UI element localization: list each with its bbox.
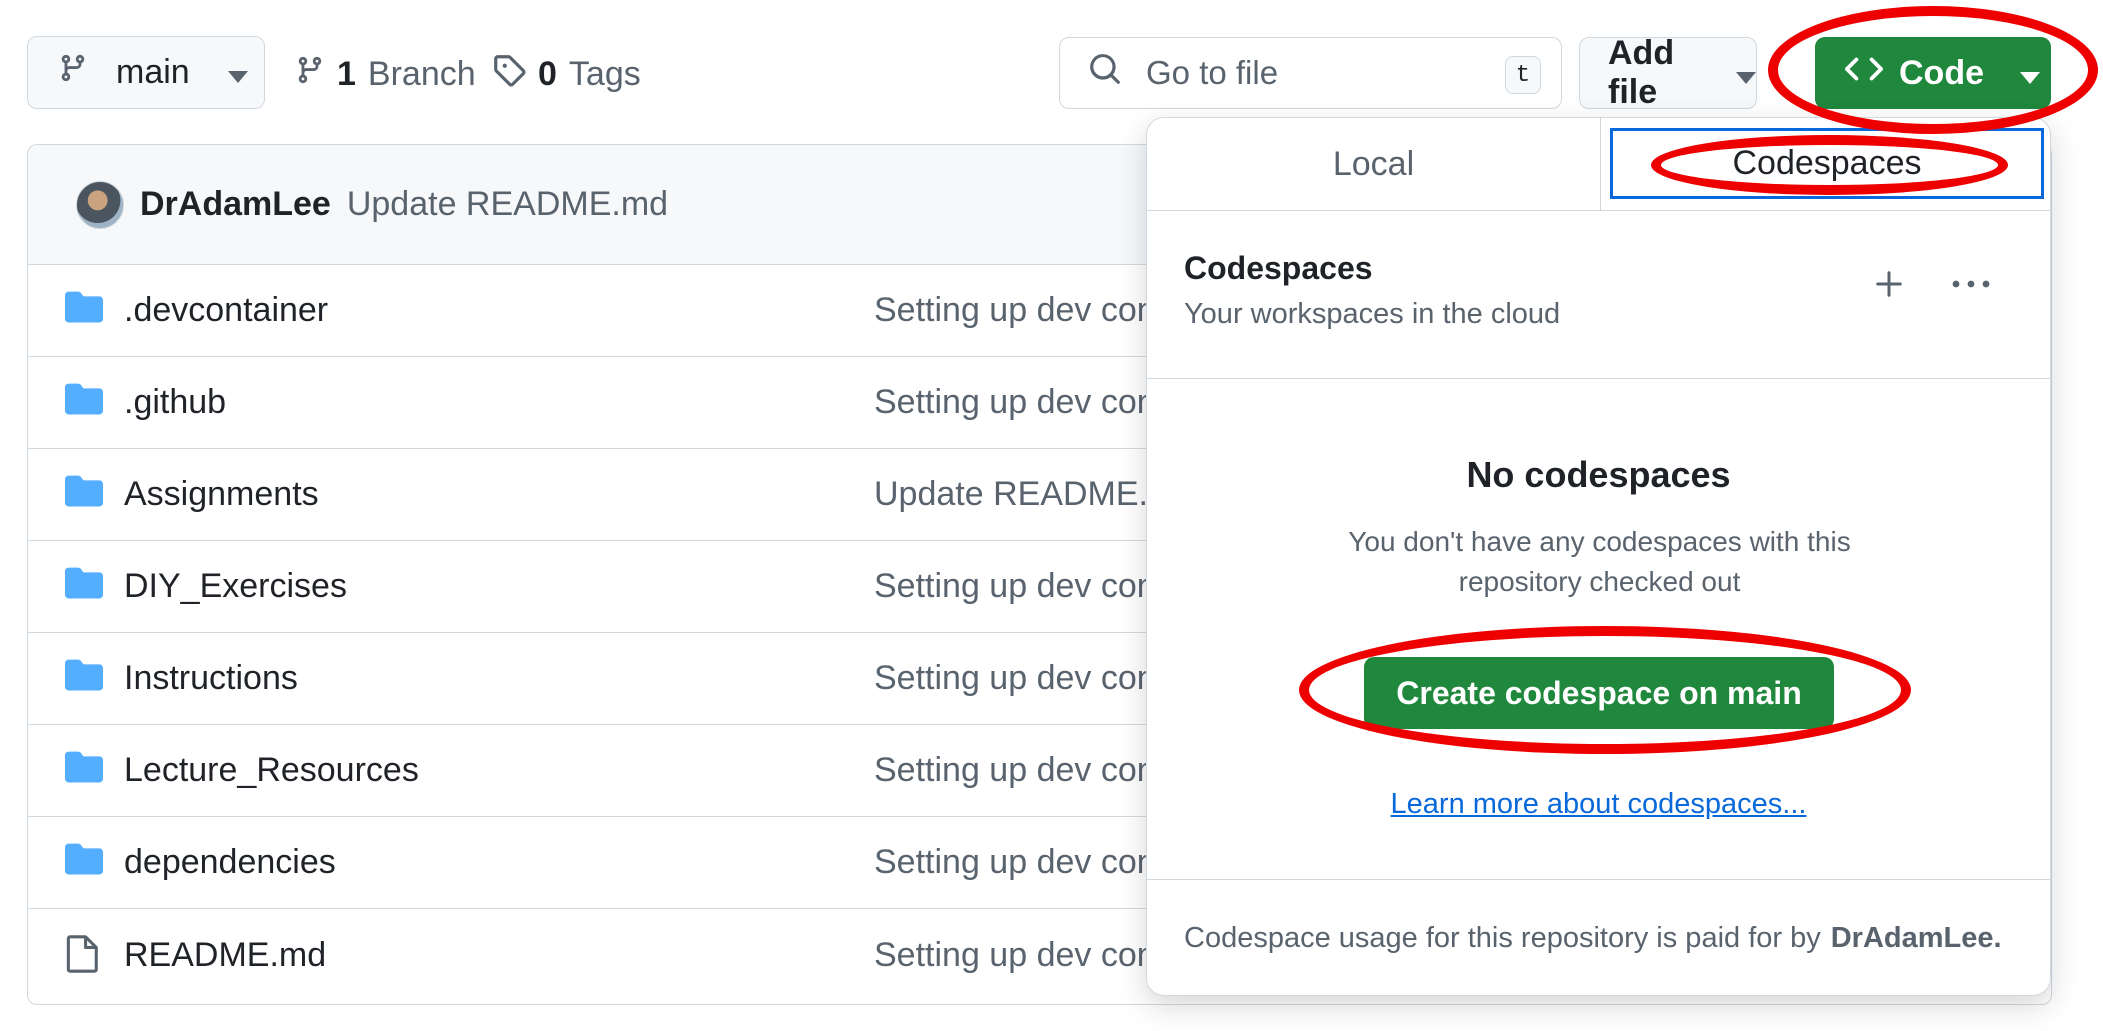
commit-author[interactable]: DrAdamLee bbox=[140, 185, 331, 224]
folder-icon bbox=[65, 843, 103, 884]
panel-tabs: Local Codespaces bbox=[1147, 118, 2050, 211]
code-button[interactable]: Code bbox=[1815, 37, 2051, 109]
branches-count: 1 bbox=[337, 54, 356, 93]
file-commit-message[interactable]: Setting up dev con bbox=[874, 291, 1156, 330]
file-commit-message[interactable]: Setting up dev con bbox=[874, 383, 1156, 422]
branch-name: main bbox=[116, 53, 190, 91]
branches-link[interactable]: 1 Branch bbox=[295, 52, 476, 96]
chevron-down-icon bbox=[1736, 54, 1756, 93]
file-name[interactable]: README.md bbox=[124, 936, 326, 975]
folder-icon bbox=[65, 475, 103, 516]
add-file-button[interactable]: Add file bbox=[1579, 34, 1757, 111]
file-name[interactable]: .github bbox=[124, 383, 226, 422]
folder-icon bbox=[65, 567, 103, 608]
file-icon bbox=[65, 935, 99, 982]
chevron-down-icon bbox=[2020, 54, 2040, 93]
codespaces-subtitle: Your workspaces in the cloud bbox=[1184, 298, 1561, 330]
git-branch-icon bbox=[58, 50, 88, 95]
codespaces-header: Codespaces Your workspaces in the cloud bbox=[1147, 210, 2050, 379]
code-dropdown-panel: Local Codespaces Codespaces Your workspa… bbox=[1146, 117, 2051, 996]
search-placeholder: Go to file bbox=[1146, 54, 1279, 91]
commit-message[interactable]: Update README.md bbox=[347, 185, 668, 224]
branches-label: Branch bbox=[367, 54, 476, 93]
branch-selector-button[interactable]: main bbox=[27, 36, 265, 109]
file-commit-message[interactable]: Update README.m bbox=[874, 475, 1176, 514]
search-icon bbox=[1088, 52, 1122, 94]
code-label: Code bbox=[1899, 53, 1984, 92]
footer-text: Codespace usage for this repository is p… bbox=[1184, 922, 1821, 954]
empty-state-title: No codespaces bbox=[1466, 454, 1731, 495]
file-name[interactable]: DIY_Exercises bbox=[124, 567, 347, 606]
file-commit-message[interactable]: Setting up dev con bbox=[874, 567, 1156, 606]
file-name[interactable]: .devcontainer bbox=[124, 291, 328, 330]
code-brackets-icon bbox=[1845, 54, 1883, 93]
footer-owner: DrAdamLee. bbox=[1830, 922, 2002, 954]
file-name[interactable]: Assignments bbox=[124, 475, 319, 514]
folder-icon bbox=[65, 751, 103, 792]
file-commit-message[interactable]: Setting up dev con bbox=[874, 843, 1156, 882]
create-codespace-button[interactable]: Create codespace on main bbox=[1364, 657, 1834, 729]
codespaces-title: Codespaces bbox=[1184, 250, 1373, 286]
file-commit-message[interactable]: Setting up dev con bbox=[874, 936, 1156, 975]
tab-local[interactable]: Local bbox=[1147, 118, 1601, 210]
file-name[interactable]: Lecture_Resources bbox=[124, 751, 419, 790]
tags-count: 0 bbox=[538, 54, 557, 93]
tag-icon bbox=[492, 53, 526, 96]
file-commit-message[interactable]: Setting up dev con bbox=[874, 659, 1156, 698]
git-branch-icon bbox=[295, 52, 325, 97]
kebab-horizontal-icon[interactable] bbox=[1943, 262, 1999, 306]
keyboard-shortcut-hint: t bbox=[1505, 56, 1541, 94]
file-name[interactable]: dependencies bbox=[124, 843, 336, 882]
tags-link[interactable]: 0 Tags bbox=[492, 52, 641, 96]
go-to-file-input[interactable]: Go to file t bbox=[1059, 37, 1562, 109]
folder-icon bbox=[65, 659, 103, 700]
tags-label: Tags bbox=[568, 54, 641, 93]
learn-more-link[interactable]: Learn more about codespaces... bbox=[1147, 788, 2050, 821]
chevron-down-icon bbox=[227, 53, 248, 92]
avatar[interactable] bbox=[76, 180, 124, 229]
folder-icon bbox=[65, 383, 103, 424]
empty-state-description: You don't have any codespaces with this … bbox=[1348, 526, 1851, 597]
folder-icon bbox=[65, 291, 103, 332]
tab-codespaces[interactable]: Codespaces bbox=[1610, 128, 2044, 199]
panel-footer: Codespace usage for this repository is p… bbox=[1147, 879, 2050, 995]
plus-icon[interactable] bbox=[1867, 262, 1911, 306]
file-name[interactable]: Instructions bbox=[124, 659, 298, 698]
file-commit-message[interactable]: Setting up dev con bbox=[874, 751, 1156, 790]
add-file-label: Add file bbox=[1608, 34, 1675, 111]
